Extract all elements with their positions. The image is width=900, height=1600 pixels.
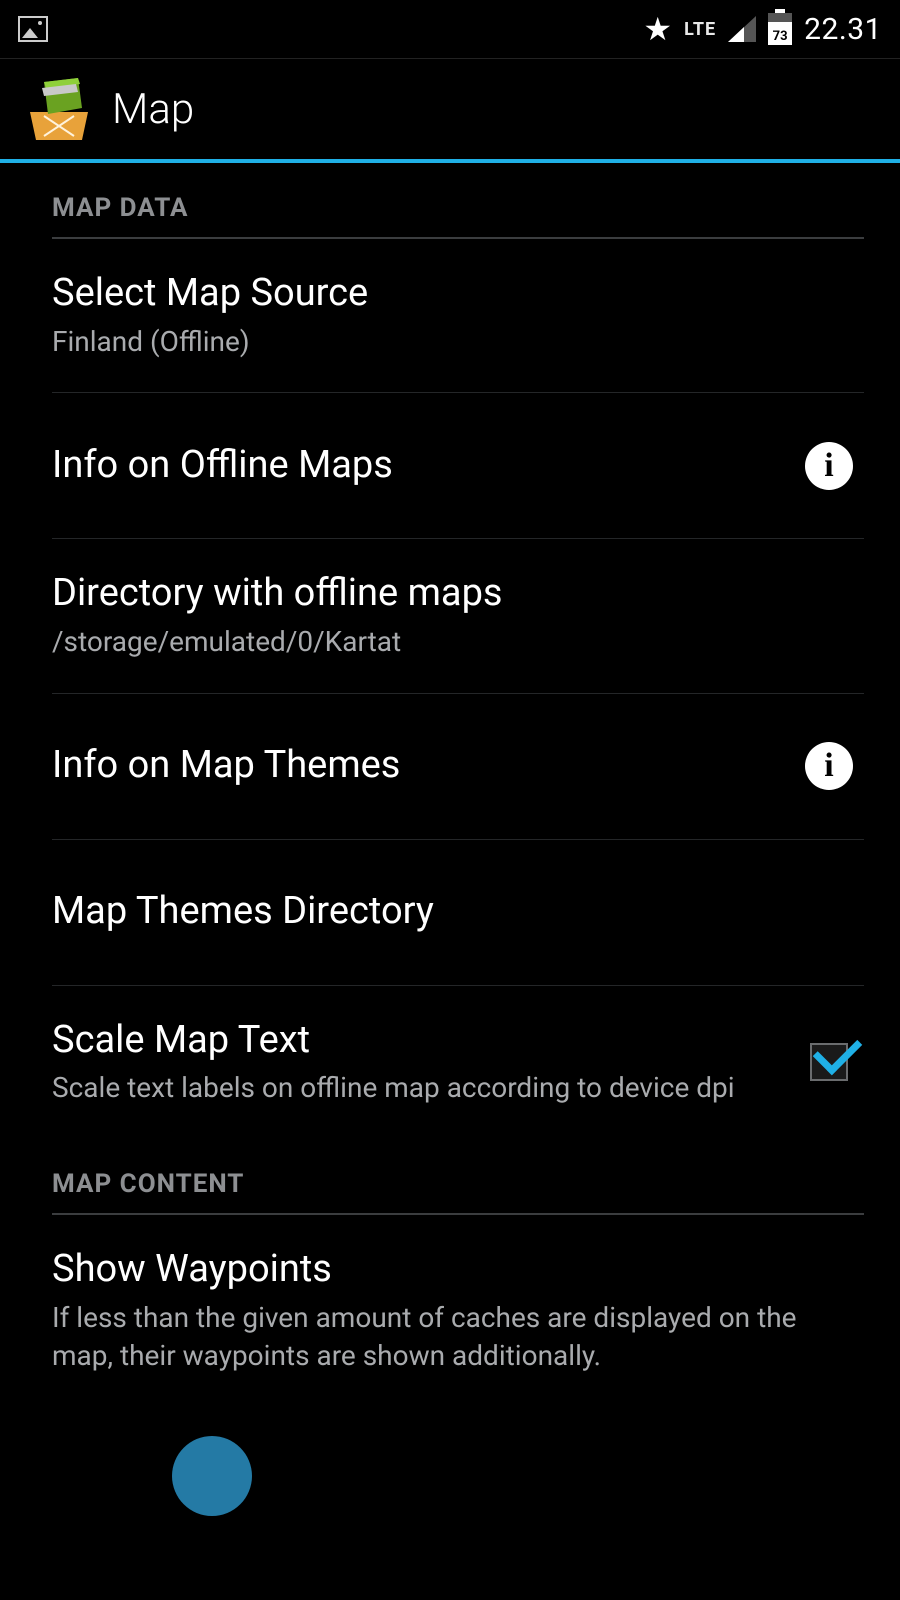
slider-thumb[interactable]: [172, 1436, 252, 1516]
signal-icon: [728, 16, 756, 42]
network-lte-label: LTE: [684, 19, 716, 40]
info-icon: i: [805, 742, 853, 790]
pref-summary: If less than the given amount of caches …: [52, 1299, 864, 1375]
picture-icon: [18, 16, 48, 42]
pref-scale-map-text[interactable]: Scale Map Text Scale text labels on offl…: [52, 986, 864, 1139]
settings-list[interactable]: MAP DATA Select Map Source Finland (Offl…: [0, 163, 900, 1600]
star-icon: ★: [643, 10, 672, 48]
pref-title: Scale Map Text: [52, 1018, 770, 1064]
pref-title: Info on Offline Maps: [52, 443, 770, 489]
section-header-map-data: MAP DATA: [52, 163, 864, 239]
battery-percent: 73: [768, 29, 792, 44]
pref-summary: /storage/emulated/0/Kartat: [52, 623, 864, 661]
pref-title: Show Waypoints: [52, 1247, 864, 1293]
pref-title: Map Themes Directory: [52, 889, 864, 935]
pref-info-offline-maps[interactable]: Info on Offline Maps i: [52, 393, 864, 539]
pref-title: Info on Map Themes: [52, 743, 770, 789]
section-header-map-content: MAP CONTENT: [52, 1139, 864, 1215]
pref-title: Directory with offline maps: [52, 571, 864, 617]
app-icon: [24, 74, 94, 144]
status-bar: ★ LTE 73 22.31: [0, 0, 900, 58]
pref-summary: Finland (Offline): [52, 323, 864, 361]
status-clock: 22.31: [804, 12, 882, 47]
pref-show-waypoints[interactable]: Show Waypoints If less than the given am…: [52, 1215, 864, 1406]
checkbox-scale-map-text[interactable]: [810, 1043, 848, 1081]
pref-title: Select Map Source: [52, 271, 864, 317]
pref-summary: Scale text labels on offline map accordi…: [52, 1069, 770, 1107]
action-bar: Map: [0, 59, 900, 159]
info-icon: i: [805, 442, 853, 490]
pref-select-map-source[interactable]: Select Map Source Finland (Offline): [52, 239, 864, 393]
pref-info-map-themes[interactable]: Info on Map Themes i: [52, 694, 864, 840]
page-title: Map: [112, 85, 194, 134]
pref-offline-maps-directory[interactable]: Directory with offline maps /storage/emu…: [52, 539, 864, 693]
pref-map-themes-directory[interactable]: Map Themes Directory: [52, 840, 864, 986]
battery-icon: 73: [768, 13, 792, 45]
